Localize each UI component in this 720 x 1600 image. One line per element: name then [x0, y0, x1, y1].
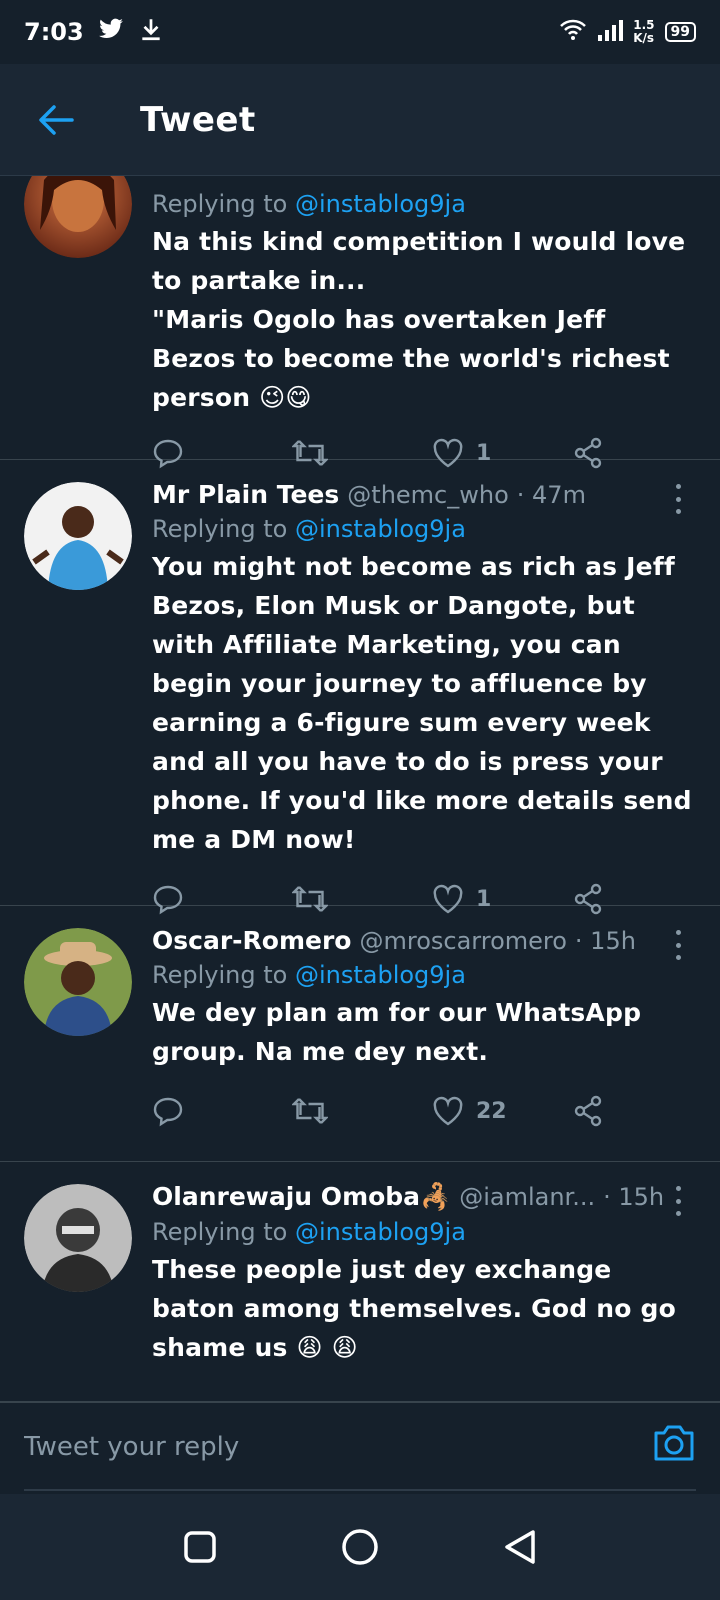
comment-icon — [153, 1097, 183, 1127]
tweet-item[interactable]: Olanrewaju Omoba🦂 @iamlanr... · 15h Replyin… — [0, 1162, 720, 1402]
circle-icon — [342, 1529, 378, 1565]
back-nav-button[interactable] — [490, 1517, 550, 1577]
back-button[interactable] — [24, 88, 88, 152]
signal-icon — [597, 19, 624, 45]
replying-to-line: Replying to @instablog9ja — [152, 515, 696, 543]
wifi-icon — [559, 18, 587, 46]
mention-link[interactable]: @instablog9ja — [295, 1218, 466, 1246]
mention-link[interactable]: @instablog9ja — [295, 961, 466, 989]
replies-feed[interactable]: Replying to @instablog9ja Na this kind c… — [0, 176, 720, 1402]
camera-button[interactable] — [652, 1423, 696, 1467]
tweet-item[interactable]: Replying to @instablog9ja Na this kind c… — [0, 176, 720, 469]
mention-link[interactable]: @instablog9ja — [295, 515, 466, 543]
heart-icon — [433, 1096, 463, 1126]
reply-underline — [24, 1489, 696, 1491]
replying-to-label: Replying to — [152, 1218, 288, 1246]
system-nav-bar — [0, 1494, 720, 1600]
reply-bar — [0, 1402, 720, 1494]
tweet-text: Na this kind competition I would love to… — [152, 227, 686, 412]
tweet-text: You might not become as rich as Jeff Bez… — [152, 552, 692, 854]
like-button[interactable]: 22 — [432, 1096, 572, 1126]
avatar[interactable] — [24, 1184, 132, 1292]
tweet-item[interactable]: Oscar-Romero @mroscarromero · 15h Replying … — [0, 906, 720, 1162]
retweet-button[interactable] — [292, 1096, 432, 1126]
user-handle[interactable]: @iamlanr... — [459, 1183, 595, 1211]
display-name[interactable]: Oscar-Romero — [152, 926, 351, 955]
replying-to-label: Replying to — [152, 515, 288, 543]
like-count: 22 — [476, 1098, 507, 1124]
tweet-header: Mr Plain Tees @themc_who · 47m — [152, 480, 696, 509]
download-icon — [138, 16, 164, 48]
avatar[interactable] — [24, 176, 132, 258]
tweet-item[interactable]: Mr Plain Tees @themc_who · 47m Replying to … — [0, 460, 720, 915]
display-name[interactable]: Olanrewaju Omoba🦂 — [152, 1182, 451, 1212]
app-header: Tweet — [0, 64, 720, 176]
home-button[interactable] — [330, 1517, 390, 1577]
reply-input[interactable] — [24, 1421, 604, 1473]
square-icon — [184, 1531, 216, 1563]
replying-to-line: Replying to @instablog9ja — [152, 961, 696, 989]
share-button[interactable] — [572, 1095, 604, 1127]
tweet-time: · 47m — [516, 481, 586, 509]
triangle-back-icon — [505, 1530, 535, 1564]
user-handle[interactable]: @mroscarromero — [359, 927, 566, 955]
share-icon — [574, 1095, 602, 1127]
tweet-text: We dey plan am for our WhatsApp group. N… — [152, 998, 642, 1066]
tweet-time: · 15h — [603, 1183, 665, 1211]
avatar[interactable] — [24, 928, 132, 1036]
recents-button[interactable] — [170, 1517, 230, 1577]
page-title: Tweet — [140, 99, 256, 140]
status-bar: 7:03 1.5 K/s 99 — [0, 0, 720, 64]
retweet-icon — [292, 1098, 328, 1124]
more-options-button[interactable] — [666, 1186, 690, 1216]
tweet-actions: 22 — [152, 1089, 696, 1133]
battery-indicator: 99 — [664, 22, 696, 42]
arrow-left-icon — [39, 104, 74, 135]
replying-to-line: Replying to @instablog9ja — [152, 190, 696, 218]
tweet-header: Olanrewaju Omoba🦂 @iamlanr... · 15h — [152, 1182, 696, 1212]
user-handle[interactable]: @themc_who — [347, 481, 508, 509]
replying-to-label: Replying to — [152, 961, 288, 989]
twitter-bird-icon — [96, 16, 126, 48]
more-options-button[interactable] — [666, 930, 690, 960]
tweet-text: These people just dey exchange baton amo… — [152, 1255, 677, 1362]
mention-link[interactable]: @instablog9ja — [295, 190, 466, 218]
replying-to-line: Replying to @instablog9ja — [152, 1218, 696, 1246]
tweet-time: · 15h — [574, 927, 636, 955]
reply-button[interactable] — [152, 1095, 292, 1127]
network-speed: 1.5 K/s — [633, 18, 655, 45]
avatar[interactable] — [24, 482, 132, 590]
replying-to-label: Replying to — [152, 190, 288, 218]
tweet-header: Oscar-Romero @mroscarromero · 15h — [152, 926, 696, 955]
status-time: 7:03 — [24, 18, 84, 46]
display-name[interactable]: Mr Plain Tees — [152, 480, 339, 509]
camera-icon — [654, 1425, 694, 1461]
more-options-button[interactable] — [666, 484, 690, 514]
